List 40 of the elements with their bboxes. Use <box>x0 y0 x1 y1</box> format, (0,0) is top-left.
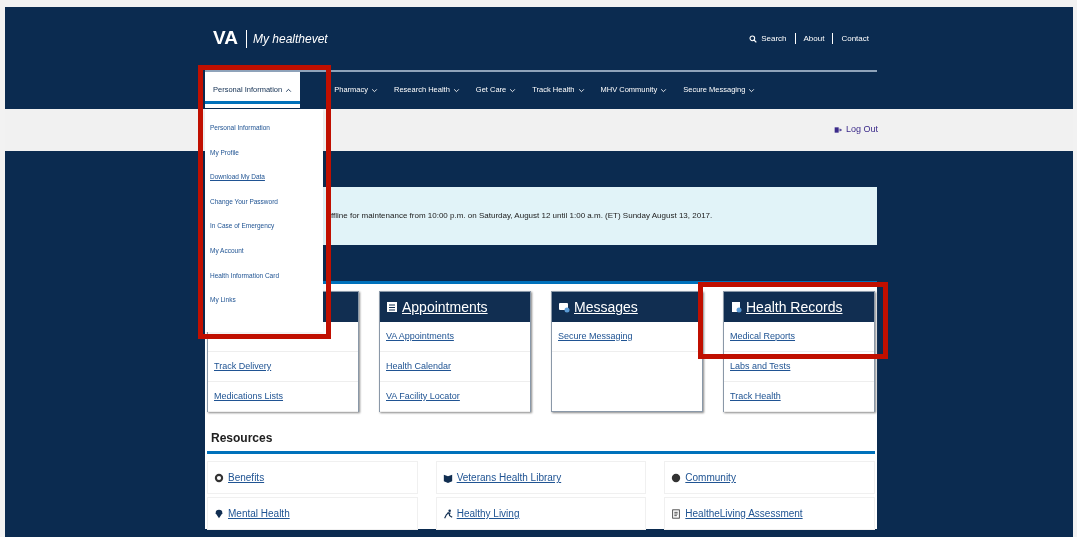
resource-link[interactable]: HealtheLiving Assessment <box>664 497 875 530</box>
caret-down-icon <box>748 86 756 94</box>
card-title-link[interactable]: Appointments <box>402 296 488 318</box>
card-link[interactable]: Medical Reports <box>724 322 874 352</box>
card-title-link[interactable]: Messages <box>574 296 638 318</box>
header-link[interactable]: Contact <box>841 32 869 45</box>
caret-up-icon <box>285 86 293 94</box>
caret-down-icon <box>577 86 585 94</box>
checklist-icon <box>671 508 682 519</box>
running-figure-icon <box>442 508 453 519</box>
card-link[interactable]: Secure Messaging <box>552 322 702 352</box>
card-link[interactable]: Track Health <box>724 382 874 412</box>
card-link[interactable]: VA Appointments <box>380 322 530 352</box>
logout-link[interactable]: Log Out <box>833 123 878 137</box>
card-link[interactable]: Labs and Tests <box>724 352 874 382</box>
caret-down-icon <box>452 86 460 94</box>
caret-down-icon <box>370 86 378 94</box>
card-link[interactable]: Track Delivery <box>208 352 358 382</box>
resource-link[interactable]: Benefits <box>207 461 418 494</box>
card-link[interactable]: VA Facility Locator <box>380 382 530 412</box>
search-icon <box>749 34 758 43</box>
card-title-link[interactable]: Health Records <box>746 296 843 318</box>
search-link[interactable]: Search <box>749 32 787 45</box>
resource-link[interactable]: Community <box>664 461 875 494</box>
caret-down-icon <box>509 86 517 94</box>
card-link[interactable]: Health Calendar <box>380 352 530 382</box>
location-pin-icon <box>214 508 224 519</box>
resource-link[interactable]: Veterans Health Library <box>435 461 647 494</box>
logo-text[interactable]: My healthevet <box>246 29 328 48</box>
alert-text: ffline for maintenance from 10:00 p.m. on Saturday, August 12 until 1:00 a.m. (ET) Sunday August 13, 2017. <box>331 210 713 222</box>
logout-icon <box>833 126 842 134</box>
logo-text[interactable]: VA <box>213 24 238 53</box>
section-heading: Resources <box>207 429 875 454</box>
header-link[interactable]: About <box>803 32 825 45</box>
book-icon <box>442 472 453 483</box>
clipboard-icon <box>730 301 742 313</box>
resource-link[interactable]: Mental Health <box>207 497 418 530</box>
caret-down-icon <box>660 86 668 94</box>
card-link[interactable]: Medications Lists <box>208 382 358 412</box>
resource-link[interactable]: Healthy Living <box>435 497 647 530</box>
